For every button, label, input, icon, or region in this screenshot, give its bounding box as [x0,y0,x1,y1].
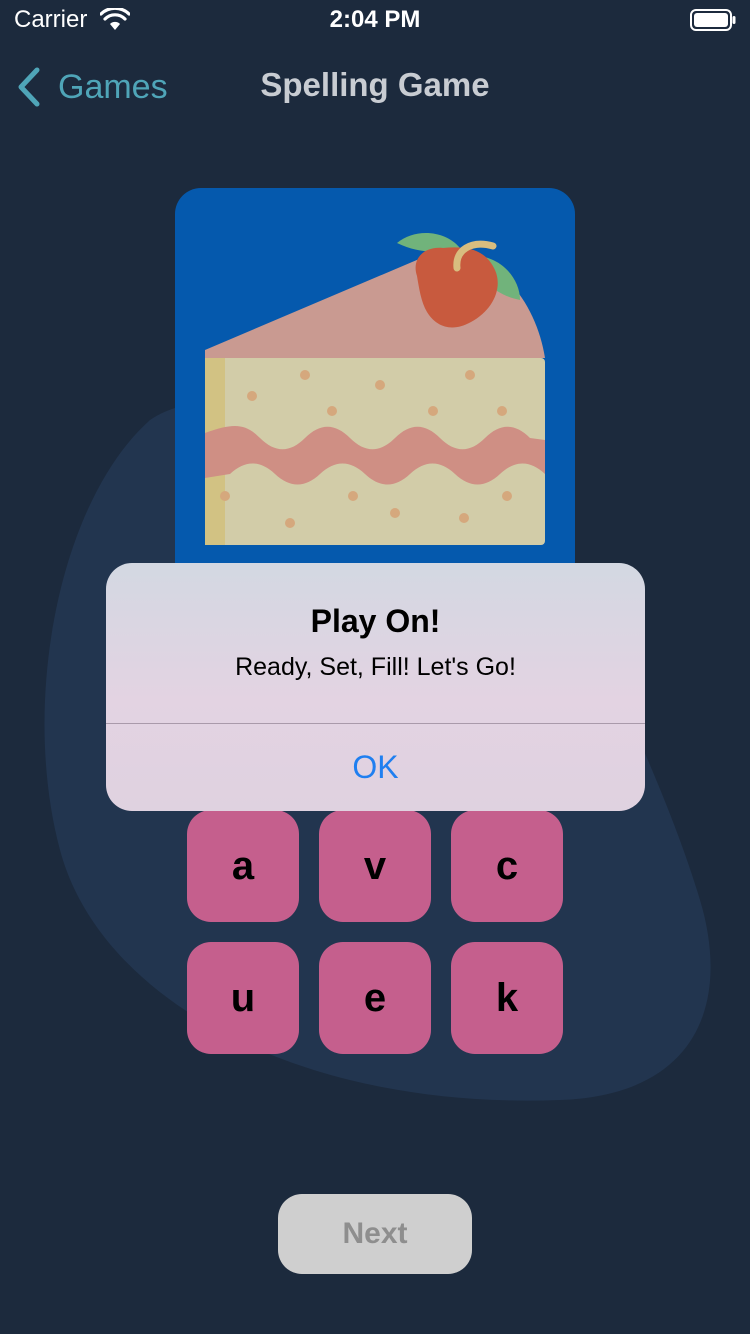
status-time: 2:04 PM [329,6,421,33]
page-title: Spelling Game [260,66,490,103]
letter-tile-k[interactable]: k [451,942,563,1054]
letter-tile-a[interactable]: a [187,810,299,922]
alert-ok-button[interactable]: OK [106,724,645,811]
letter-tile-v[interactable]: v [319,810,431,922]
alert-message: Ready, Set, Fill! Let's Go! [235,653,516,681]
letter-tile-c[interactable]: c [451,810,563,922]
navigation-bar: Games Spelling Game [0,56,750,116]
battery-icon [690,9,736,31]
status-bar: Carrier 2:04 PM [0,0,750,40]
alert-title: Play On! [310,603,441,639]
alert-dialog: Play On! Ready, Set, Fill! Let's Go! OK [106,563,645,811]
letter-tile-u[interactable]: u [187,942,299,1054]
picture-card [175,188,575,588]
next-button[interactable]: Next [278,1194,472,1274]
cake-slice-illustration [205,232,545,545]
spelling-game-screen: Carrier 2:04 PM Games Spelling Game a v … [0,0,750,1334]
letter-tile-e[interactable]: e [319,942,431,1054]
